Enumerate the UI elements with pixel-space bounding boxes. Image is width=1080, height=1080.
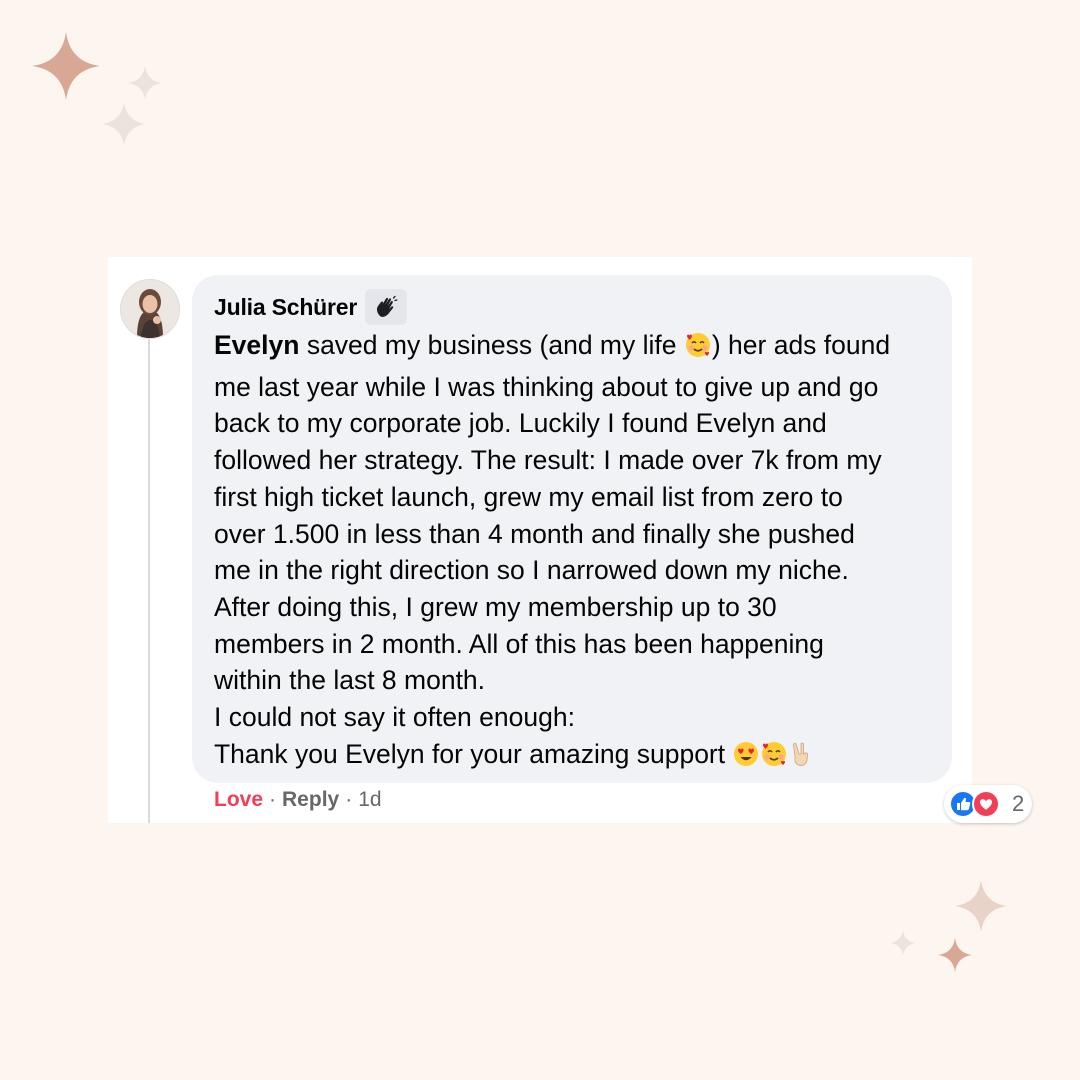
comment-line: back to my corporate job. Luckily I foun…: [214, 408, 827, 439]
mention-link[interactable]: Evelyn: [214, 330, 299, 360]
reply-button[interactable]: Reply: [282, 788, 339, 812]
comment-line: Thank you Evelyn for your amazing suppor…: [214, 736, 944, 778]
smiling-face-with-hearts-icon: [684, 331, 712, 369]
comment-line: first high ticket launch, grew my email …: [214, 481, 843, 512]
comment-line-text: saved my business (and my life: [299, 330, 684, 360]
smiling-face-with-hearts-icon: [760, 740, 788, 778]
comment-text: Evelyn saved my business (and my life ) …: [214, 327, 944, 777]
thread-line: [148, 339, 150, 823]
comment-line: over 1.500 in less than 4 month and fina…: [214, 518, 855, 549]
comment-line: Evelyn saved my business (and my life ) …: [214, 327, 944, 369]
comment-line: After doing this, I grew my membership u…: [214, 591, 777, 622]
reaction-count: 2: [1012, 791, 1025, 816]
victory-hand-icon: [788, 740, 816, 778]
comment-line: members in 2 month. All of this has been…: [214, 628, 824, 659]
comment-line: I could not say it often enough:: [214, 702, 575, 733]
sparkle-icon: [128, 66, 162, 100]
sparkle-icon: [102, 102, 146, 146]
sparkle-icon: [955, 880, 1007, 932]
comment-line: followed her strategy. The result: I mad…: [214, 445, 882, 476]
waving-hand-icon[interactable]: [365, 289, 408, 325]
comment-actions: Love · Reply · 1d: [214, 785, 382, 815]
separator: ·: [269, 788, 277, 811]
comment-card: Julia Schürer Evelyn saved my business (…: [108, 257, 1033, 823]
avatar-photo: [121, 280, 179, 338]
comment-line: within the last 8 month.: [214, 665, 486, 696]
heart-eyes-icon: [732, 740, 760, 778]
comment-line: me in the right direction so I narrowed …: [214, 555, 849, 586]
love-reaction-icon: [972, 790, 1000, 818]
reactions-summary[interactable]: 2: [944, 785, 1033, 823]
separator: ·: [345, 788, 353, 811]
comment-line-text: ) her ads found: [711, 330, 891, 360]
sparkle-icon: [890, 930, 916, 956]
comment-timestamp[interactable]: 1d: [358, 788, 381, 812]
comment-line-text: Thank you Evelyn for your amazing suppor…: [214, 738, 733, 769]
sparkle-icon: [938, 938, 972, 972]
author-name[interactable]: Julia Schürer: [214, 294, 357, 321]
reaction-icons: [949, 790, 1000, 818]
avatar[interactable]: [120, 279, 180, 339]
comment-line: me last year while I was thinking about …: [214, 371, 879, 402]
love-action[interactable]: Love: [214, 788, 263, 812]
comment-bubble: Julia Schürer Evelyn saved my business (…: [192, 275, 1033, 823]
author-row: Julia Schürer: [214, 289, 408, 325]
sparkle-icon: [32, 32, 100, 100]
